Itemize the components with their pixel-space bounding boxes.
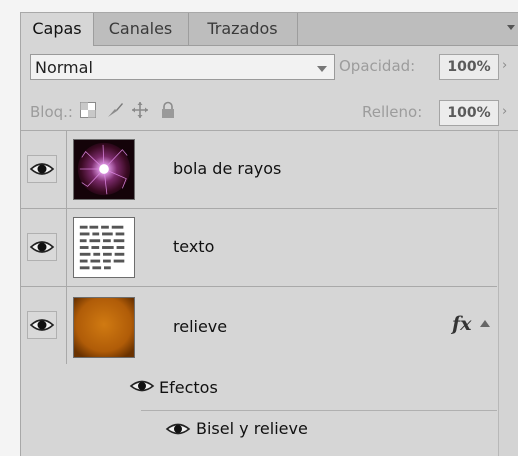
visibility-toggle[interactable]: [27, 311, 57, 339]
layer-row[interactable]: texto: [21, 209, 497, 287]
tab-capas[interactable]: Capas: [21, 13, 94, 46]
eye-icon: [29, 319, 55, 331]
layer-name: relieve: [173, 317, 228, 336]
layer-effects-icon[interactable]: fx: [452, 313, 472, 335]
tab-canales[interactable]: Canales: [93, 13, 189, 45]
effects-row[interactable]: Efectos: [67, 365, 497, 409]
eye-icon[interactable]: [165, 419, 191, 439]
lock-pixels-icon[interactable]: [106, 101, 124, 119]
tab-trazados[interactable]: Trazados: [188, 13, 298, 45]
visibility-cell: [21, 131, 67, 208]
lock-label: Bloq.:: [30, 103, 73, 121]
fill-slider-arrow[interactable]: ›: [502, 104, 518, 124]
layers-list: bola de rayos texto relieve fx Efectos B…: [21, 131, 518, 456]
expand-effects-icon[interactable]: [480, 320, 490, 327]
lock-all-icon[interactable]: [159, 101, 177, 119]
layer-name: texto: [173, 237, 215, 256]
effect-item-bevel[interactable]: Bisel y relieve: [141, 410, 497, 447]
lock-row: Bloq.: Relleno: 100% ›: [21, 86, 518, 131]
visibility-toggle[interactable]: [27, 233, 57, 261]
blend-mode-value: Normal: [35, 58, 93, 77]
lock-position-icon[interactable]: [131, 101, 149, 119]
blend-mode-select[interactable]: Normal: [30, 54, 335, 80]
eye-icon[interactable]: [129, 376, 155, 396]
eye-icon: [29, 241, 55, 253]
eye-icon: [29, 163, 55, 175]
opacity-field[interactable]: 100%: [439, 54, 499, 80]
scrollbar[interactable]: [498, 131, 518, 456]
chevron-down-icon: [317, 66, 327, 72]
opacity-label: Opacidad:: [339, 57, 416, 75]
visibility-toggle[interactable]: [27, 155, 57, 183]
layer-row[interactable]: relieve fx Efectos Bisel y relieve: [21, 287, 497, 456]
layer-name: bola de rayos: [173, 159, 282, 178]
blend-row: Normal Opacidad: 100% ›: [21, 46, 518, 86]
opacity-slider-arrow[interactable]: ›: [502, 58, 518, 78]
layer-thumbnail: [73, 297, 135, 358]
fill-label: Relleno:: [362, 103, 423, 121]
panel-menu-icon[interactable]: [507, 25, 515, 30]
visibility-cell: [21, 209, 67, 286]
layers-panel: Capas Canales Trazados Normal Opacidad: …: [20, 12, 518, 456]
lock-transparency-icon[interactable]: [79, 101, 97, 119]
visibility-cell: [21, 287, 67, 364]
layer-row[interactable]: bola de rayos: [21, 131, 497, 209]
layer-thumbnail: [73, 139, 135, 200]
panel-tabs: Capas Canales Trazados: [21, 13, 518, 46]
effects-label: Efectos: [159, 378, 218, 397]
layer-thumbnail: [73, 217, 135, 278]
effect-item-label: Bisel y relieve: [196, 419, 308, 438]
fill-field[interactable]: 100%: [439, 100, 499, 126]
